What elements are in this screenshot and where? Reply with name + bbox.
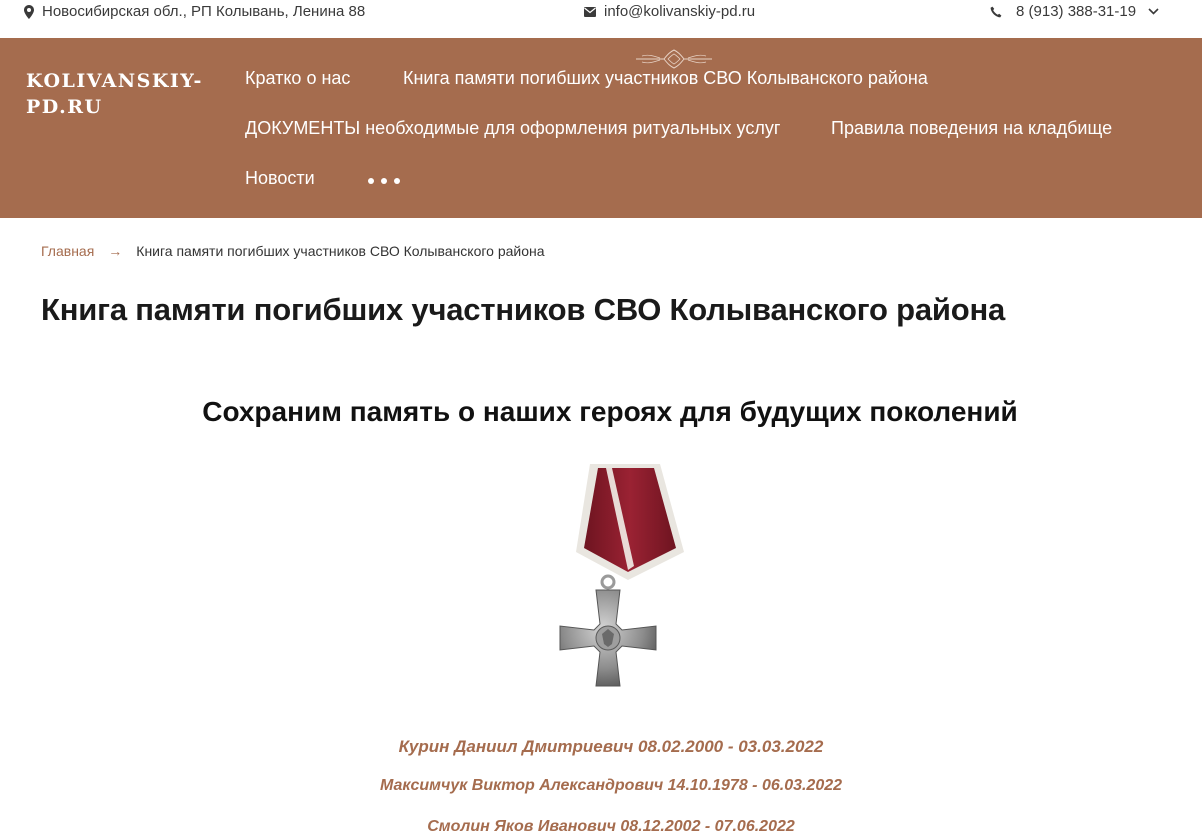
nav-item-about[interactable]: Кратко о нас — [245, 68, 350, 89]
chevron-down-icon[interactable] — [1148, 8, 1159, 15]
nav-item-news[interactable]: Новости — [245, 168, 315, 189]
breadcrumb: Главная → Книга памяти погибших участник… — [41, 243, 545, 259]
site-logo[interactable]: KOLIVANSKIY-PD.RU — [26, 68, 216, 120]
email-link[interactable]: info@kolivanskiy-pd.ru — [604, 3, 755, 20]
page-subtitle: Сохраним память о наших героях для будущ… — [202, 396, 1018, 427]
address-text: Новосибирская обл., РП Колывань, Ленина … — [42, 3, 366, 20]
page-title: Книга памяти погибших участников СВО Кол… — [41, 292, 1006, 327]
nav-item-documents[interactable]: ДОКУМЕНТЫ необходимые для оформления рит… — [245, 118, 780, 139]
breadcrumb-home-link[interactable]: Главная — [41, 243, 94, 259]
hero-entry[interactable]: Смолин Яков Иванович 08.12.2002 - 07.06.… — [0, 818, 1202, 836]
site-header: KOLIVANSKIY-PD.RU Кратко о нас Книга пам… — [0, 38, 1202, 218]
envelope-icon — [584, 6, 596, 17]
order-of-courage-image — [546, 460, 772, 700]
hero-entry[interactable]: Курин Даниил Дмитриевич 08.02.2000 - 03.… — [0, 737, 1202, 757]
phone-icon — [990, 6, 1002, 18]
breadcrumb-current: Книга памяти погибших участников СВО Кол… — [136, 243, 545, 259]
phone-item[interactable]: 8 (913) 388-31-19 — [990, 3, 1159, 20]
map-pin-icon — [24, 4, 34, 19]
phone-number[interactable]: 8 (913) 388-31-19 — [1016, 3, 1136, 20]
nav-item-cemetery-rules[interactable]: Правила поведения на кладбище — [831, 118, 1112, 139]
more-menu-icon[interactable] — [368, 178, 400, 184]
top-info-bar: Новосибирская обл., РП Колывань, Ленина … — [0, 0, 1202, 38]
address-item: Новосибирская обл., РП Колывань, Ленина … — [24, 3, 365, 20]
nav-item-memory-book[interactable]: Книга памяти погибших участников СВО Кол… — [403, 68, 928, 89]
hero-entry[interactable]: Максимчук Виктор Александрович 14.10.197… — [0, 777, 1202, 795]
email-item[interactable]: info@kolivanskiy-pd.ru — [584, 3, 755, 20]
breadcrumb-arrow-icon: → — [108, 243, 123, 259]
